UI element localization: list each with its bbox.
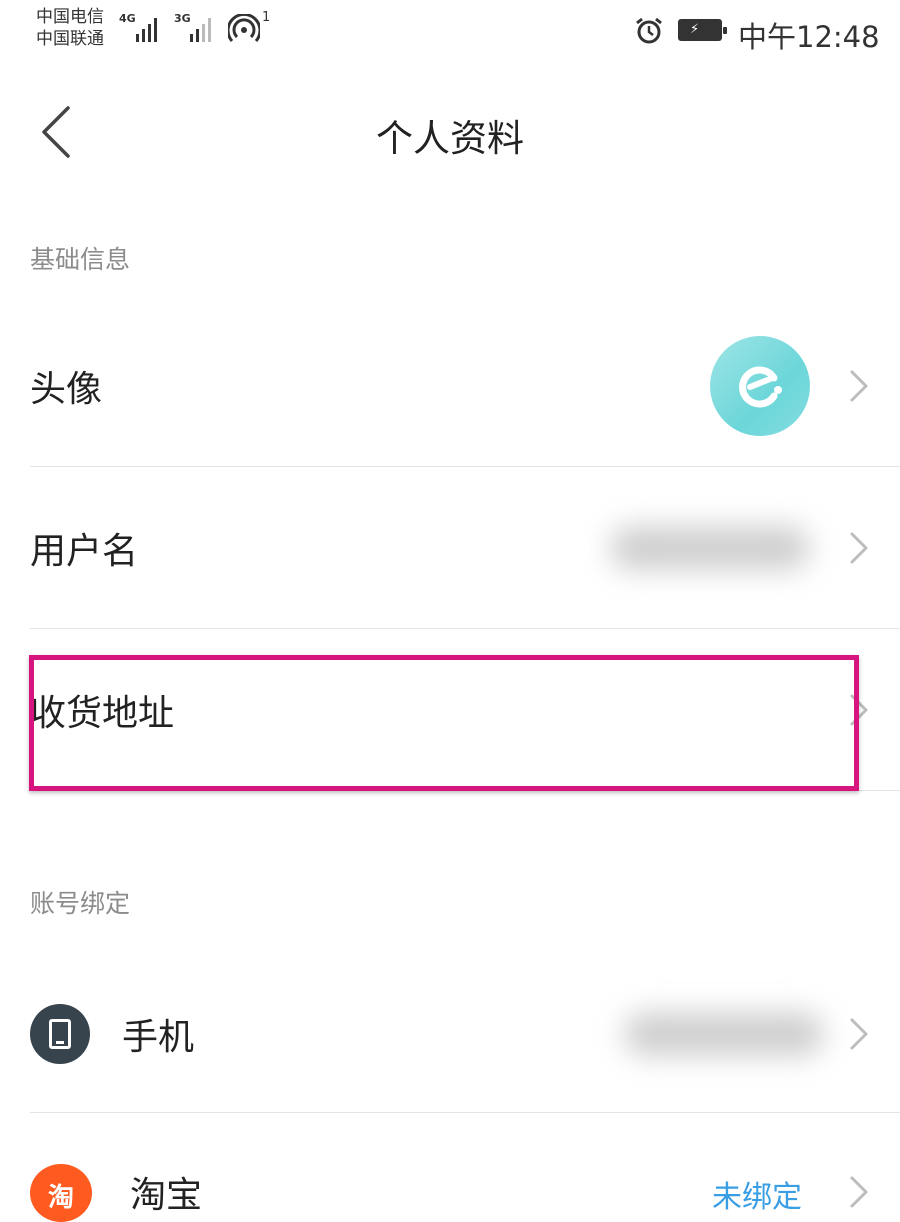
carrier-names: 中国电信 中国联通 xyxy=(36,6,104,50)
phone-row[interactable]: 手机 xyxy=(0,954,900,1114)
hotspot-count: 1 xyxy=(262,10,271,25)
section-header-account-binding: 账号绑定 xyxy=(30,889,131,918)
battery-charging-icon: ⚡ xyxy=(678,19,727,41)
network-type-1: 4G xyxy=(119,12,136,25)
divider xyxy=(30,466,900,467)
alarm-icon xyxy=(636,17,662,44)
network-type-2: 3G xyxy=(174,12,191,25)
phone-label: 手机 xyxy=(122,1017,195,1058)
chevron-right-icon xyxy=(850,370,868,402)
taobao-icon: 淘 xyxy=(30,1164,92,1222)
phone-icon xyxy=(30,1004,90,1064)
chevron-right-icon xyxy=(850,1176,868,1208)
taobao-unbound-status[interactable]: 未绑定 xyxy=(712,1172,802,1216)
chevron-right-icon xyxy=(850,1018,868,1050)
eleme-logo-icon xyxy=(739,366,782,408)
carrier-2: 中国联通 xyxy=(36,29,104,49)
username-label: 用户名 xyxy=(30,531,139,572)
nav-bar: 个人资料 xyxy=(0,80,900,190)
page-title: 个人资料 xyxy=(376,117,524,160)
chevron-right-icon xyxy=(850,532,868,564)
divider xyxy=(30,628,900,629)
hotspot-icon xyxy=(228,14,260,42)
avatar[interactable] xyxy=(710,336,810,436)
signal-icon-2 xyxy=(190,14,211,42)
username-row[interactable]: 用户名 xyxy=(0,468,900,628)
redacted-value xyxy=(624,1012,824,1056)
status-bar: 中国电信 中国联通 4G 3G 1 ⚡ 中午12:48 xyxy=(0,0,900,64)
divider xyxy=(30,1112,900,1113)
highlight-box xyxy=(29,655,859,791)
section-header-basic-info: 基础信息 xyxy=(30,245,131,274)
taobao-icon-text: 淘 xyxy=(47,1183,74,1213)
taobao-label: 淘宝 xyxy=(130,1175,203,1216)
signal-icon xyxy=(136,14,157,42)
redacted-value xyxy=(610,526,810,570)
avatar-label: 头像 xyxy=(30,369,103,410)
clock: 中午12:48 xyxy=(738,20,880,54)
carrier-1: 中国电信 xyxy=(36,7,104,27)
